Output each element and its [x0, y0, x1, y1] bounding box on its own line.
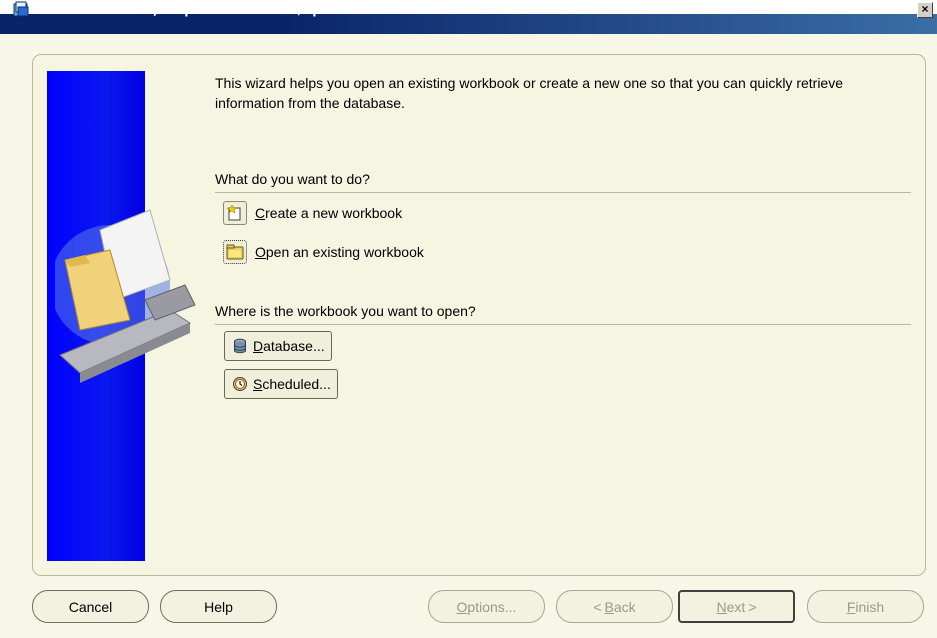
location-heading: Where is the workbook you want to open? [215, 303, 476, 319]
options-label: ptions... [467, 598, 517, 615]
title-bar: Workbook Wizard, Step 1 of 10: Create/Op… [0, 0, 937, 34]
wizard-illustration [55, 209, 196, 383]
back-mnemonic: B [604, 598, 614, 615]
open-workbook-option[interactable]: Open an existing workbook [223, 240, 424, 264]
new-workbook-icon[interactable] [223, 201, 247, 225]
scheduled-button[interactable]: Scheduled... [224, 369, 338, 399]
back-button[interactable]: < Back [556, 590, 673, 623]
action-heading: What do you want to do? [215, 171, 370, 187]
divider [215, 192, 911, 193]
create-label: reate a new workbook [265, 205, 403, 221]
finish-label: inish [855, 598, 885, 615]
next-label: ext [726, 598, 746, 615]
next-mnemonic: N [716, 598, 727, 615]
next-button[interactable]: Next > [678, 590, 795, 623]
back-arrow-icon: < [593, 598, 602, 615]
database-label: atabase... [263, 338, 325, 354]
cancel-button[interactable]: Cancel [32, 590, 149, 623]
location-section: Where is the workbook you want to open? [215, 302, 911, 325]
divider [215, 324, 911, 325]
action-section: What do you want to do? [215, 170, 911, 193]
create-workbook-option[interactable]: Create a new workbook [223, 201, 402, 225]
scheduled-mnemonic: S [253, 376, 263, 392]
app-icon [13, 1, 29, 17]
database-mnemonic: D [253, 338, 264, 354]
create-mnemonic: C [255, 205, 266, 221]
open-folder-icon[interactable] [223, 240, 247, 264]
back-label: ack [613, 598, 636, 615]
database-button[interactable]: Database... [224, 331, 332, 361]
help-label: Help [204, 598, 233, 615]
open-mnemonic: O [255, 244, 266, 260]
window-title: Workbook Wizard, Step 1 of 10: Create/Op… [34, 3, 410, 17]
cancel-label: Cancel [68, 598, 113, 615]
scheduled-label: cheduled... [262, 376, 331, 392]
clock-icon [233, 377, 247, 391]
database-icon [234, 338, 246, 354]
open-label: pen an existing workbook [265, 244, 424, 260]
options-button[interactable]: Options... [428, 590, 545, 623]
options-mnemonic: O [456, 598, 468, 615]
intro-text: This wizard helps you open an existing w… [215, 75, 844, 111]
finish-button[interactable]: Finish [807, 590, 924, 623]
help-button[interactable]: Help [160, 590, 277, 623]
next-arrow-icon: > [748, 598, 757, 615]
close-button[interactable]: × [917, 2, 933, 18]
